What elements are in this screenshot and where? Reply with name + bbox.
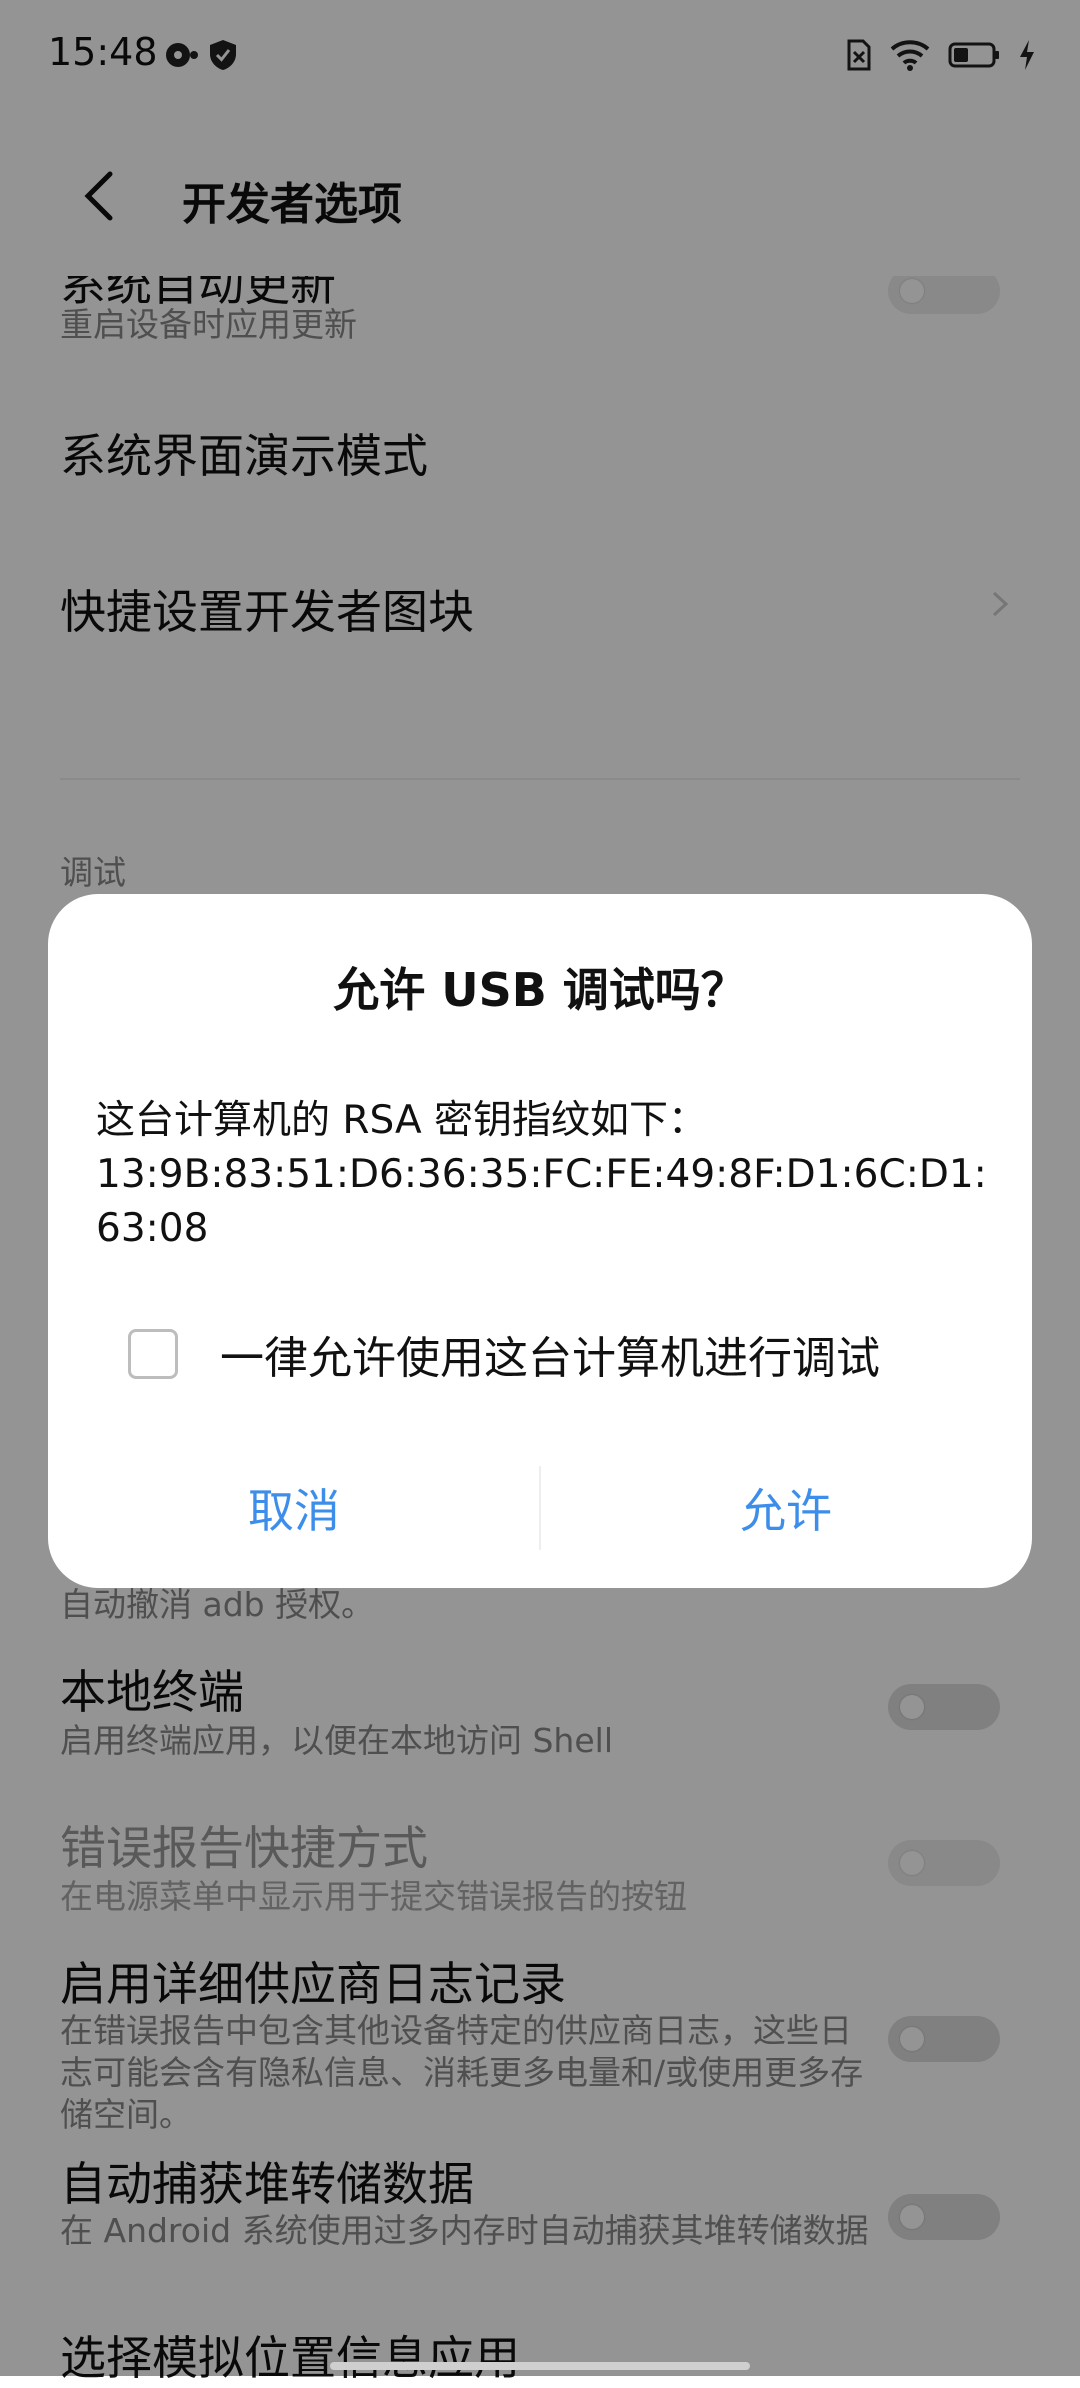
cancel-button[interactable]: 取消	[48, 1460, 540, 1556]
rsa-label: 这台计算机的 RSA 密钥指纹如下：	[96, 1098, 708, 1143]
always-allow-checkbox[interactable]	[128, 1329, 178, 1379]
dialog-buttons: 取消 允许	[48, 1460, 1032, 1556]
always-allow-row[interactable]: 一律允许使用这台计算机进行调试	[128, 1322, 880, 1386]
dialog-title: 允许 USB 调试吗？	[333, 963, 747, 1017]
usb-debug-dialog: 允许 USB 调试吗？ 这台计算机的 RSA 密钥指纹如下： 13:9B:83:…	[48, 894, 1032, 1588]
dialog-message: 这台计算机的 RSA 密钥指纹如下： 13:9B:83:51:D6:36:35:…	[96, 1094, 996, 1256]
home-indicator[interactable]	[330, 2362, 750, 2370]
always-allow-label[interactable]: 一律允许使用这台计算机进行调试	[220, 1322, 880, 1386]
allow-button[interactable]: 允许	[540, 1460, 1032, 1556]
rsa-fingerprint-line2: 63:08	[96, 1206, 209, 1251]
rsa-fingerprint-line1: 13:9B:83:51:D6:36:35:FC:FE:49:8F:D1:6C:D…	[96, 1152, 987, 1197]
